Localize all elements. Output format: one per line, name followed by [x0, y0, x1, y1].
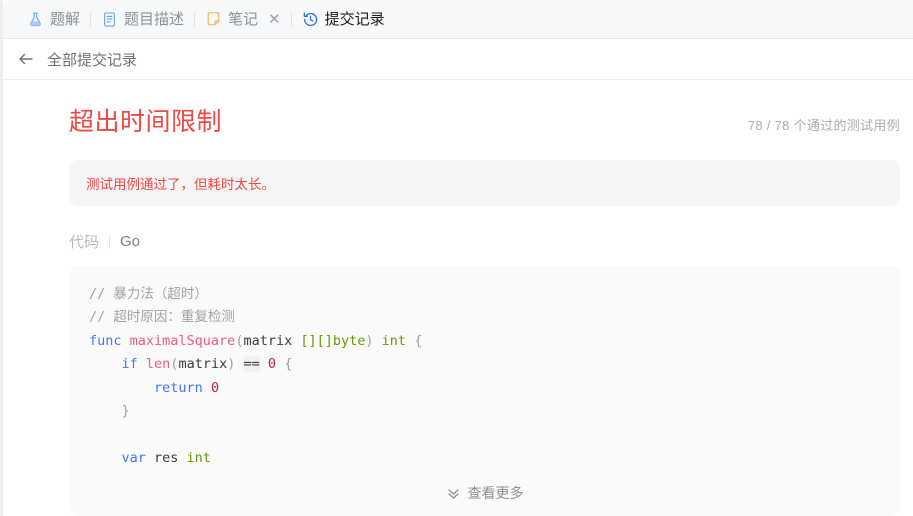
submission-detail-page: 题解 题目描述 笔记 ✕ 提交记录 全部提交记录 超出时间限制 78 / 78 个通过的…: [0, 0, 913, 516]
back-bar: 全部提交记录: [3, 39, 913, 80]
code-token: res: [154, 449, 187, 466]
tab-label-solution: 题解: [50, 10, 81, 28]
double-chevron-down-icon: [446, 486, 461, 501]
code-token: matrix: [243, 332, 301, 349]
code-token: var: [121, 449, 155, 466]
code-token: [][]byte: [300, 332, 366, 349]
code-token: // 超时原因：重复检测: [89, 309, 235, 326]
code-token: 0: [267, 356, 277, 373]
view-more-button[interactable]: 查看更多: [69, 470, 900, 516]
code-token: if: [121, 356, 146, 373]
back-arrow-icon[interactable]: [17, 50, 35, 68]
back-bar-label[interactable]: 全部提交记录: [47, 49, 137, 70]
tab-notes[interactable]: 笔记 ✕: [195, 0, 291, 38]
code-token: int: [186, 449, 211, 466]
verdict-title: 超出时间限制: [69, 108, 223, 136]
code-token: ==: [243, 356, 260, 373]
tab-solution[interactable]: 题解: [17, 0, 90, 38]
note-icon: [205, 11, 222, 28]
code-token: maximalSquare: [129, 332, 236, 349]
close-icon[interactable]: ✕: [268, 12, 281, 27]
tab-submissions[interactable]: 提交记录: [292, 0, 395, 38]
code-token: func: [89, 332, 130, 349]
code-token: matrix: [178, 356, 228, 373]
document-icon: [101, 11, 118, 28]
code-content[interactable]: // 暴力法（超时） // 超时原因：重复检测 func maximalSqua…: [69, 283, 900, 470]
code-token: 0: [210, 379, 220, 396]
code-label: 代码: [69, 234, 100, 251]
history-icon: [302, 11, 319, 28]
code-token: // 暴力法（超时）: [89, 286, 208, 302]
code-header-divider: [109, 234, 111, 249]
code-token: ): [365, 332, 374, 349]
tab-label-description: 题目描述: [124, 10, 185, 28]
tab-bar: 题解 题目描述 笔记 ✕ 提交记录: [3, 0, 913, 39]
code-header: 代码 Go: [69, 231, 900, 252]
view-more-label: 查看更多: [467, 485, 524, 502]
code-token: len: [145, 356, 171, 373]
code-token: return: [154, 379, 211, 396]
tab-label-submissions: 提交记录: [324, 10, 385, 28]
code-token: {: [414, 332, 423, 349]
tab-label-notes: 笔记: [228, 10, 259, 28]
code-token: }: [121, 403, 130, 420]
submission-content: 超出时间限制 78 / 78 个通过的测试用例 测试用例通过了，但耗时太长。 代…: [3, 80, 913, 516]
tab-description[interactable]: 题目描述: [91, 0, 194, 38]
code-token: int: [381, 332, 407, 349]
verdict-row: 超出时间限制 78 / 78 个通过的测试用例: [69, 102, 900, 138]
code-language[interactable]: Go: [120, 233, 140, 250]
verdict-notice: 测试用例通过了，但耗时太长。: [69, 160, 900, 206]
flask-icon: [27, 11, 44, 28]
code-token: {: [284, 356, 293, 373]
code-block: // 暴力法（超时） // 超时原因：重复检测 func maximalSqua…: [69, 266, 900, 516]
testcase-count: 78 / 78 个通过的测试用例: [747, 118, 900, 133]
